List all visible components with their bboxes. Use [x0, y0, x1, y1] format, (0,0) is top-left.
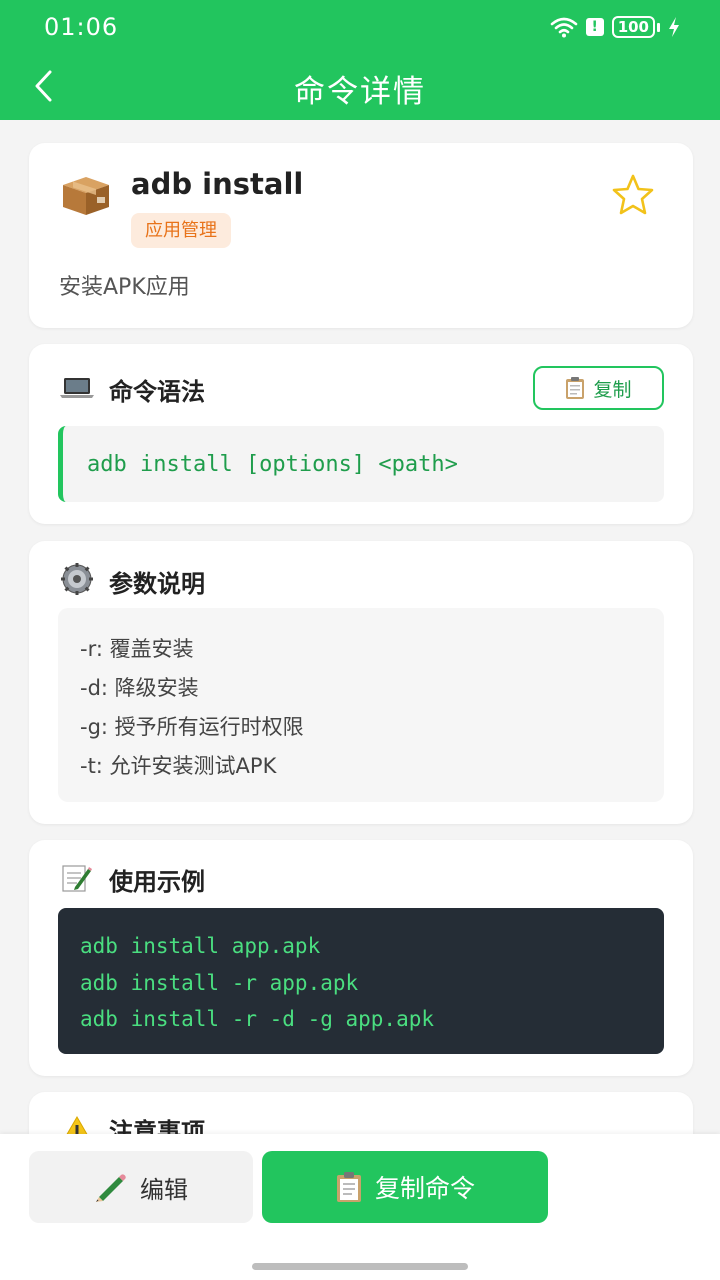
category-badge: 应用管理: [131, 213, 231, 248]
favorite-star-icon[interactable]: [609, 173, 657, 217]
bottom-action-bar: 编辑 复制命令: [0, 1134, 720, 1280]
charging-icon: [669, 17, 679, 37]
command-info-card: adb install 应用管理 安装APK应用: [29, 143, 693, 328]
example-line: adb install -r app.apk: [80, 970, 359, 995]
params-card: 参数说明 -r: 覆盖安装 -d: 降级安装 -g: 授予所有运行时权限 -t:…: [29, 541, 693, 824]
examples-code-block: adb install app.apk adb install -r app.a…: [58, 908, 664, 1054]
laptop-icon: [59, 372, 95, 404]
command-name: adb install: [131, 167, 304, 201]
examples-title: 使用示例: [109, 868, 205, 896]
param-item: -g: 授予所有运行时权限: [80, 715, 304, 739]
clipboard-icon: [336, 1172, 361, 1202]
syntax-card: 命令语法 复制 adb install [options] <path>: [29, 344, 693, 524]
battery-indicator: 100: [611, 16, 660, 38]
gear-icon: [59, 563, 95, 595]
pencil-icon: [96, 1174, 126, 1202]
syntax-title: 命令语法: [109, 378, 205, 406]
params-list: -r: 覆盖安装 -d: 降级安装 -g: 授予所有运行时权限 -t: 允许安装…: [58, 608, 664, 802]
edit-button[interactable]: 编辑: [29, 1151, 253, 1223]
home-indicator[interactable]: [252, 1263, 468, 1270]
param-item: -t: 允许安装测试APK: [80, 754, 277, 778]
copy-command-label: 复制命令: [374, 1174, 475, 1203]
edit-button-label: 编辑: [140, 1175, 188, 1204]
package-icon: [63, 177, 109, 215]
params-title: 参数说明: [109, 570, 205, 598]
status-time: 01:06: [44, 13, 119, 41]
app-bar: 命令详情: [0, 54, 720, 120]
syntax-text: adb install [options] <path>: [87, 451, 458, 477]
copy-syntax-label: 复制: [593, 378, 632, 401]
syntax-code-block: adb install [options] <path>: [58, 426, 664, 502]
memo-icon: [59, 862, 95, 894]
wifi-icon: [550, 17, 577, 38]
battery-tip: [657, 22, 660, 32]
copy-syntax-button[interactable]: 复制: [533, 366, 664, 410]
alert-icon: !: [585, 18, 604, 36]
command-description: 安装APK应用: [59, 275, 190, 300]
status-icons: ! 100: [550, 16, 680, 38]
example-line: adb install -r -d -g app.apk: [80, 1007, 435, 1031]
battery-level: 100: [611, 16, 655, 38]
status-bar: 01:06 ! 100: [0, 0, 720, 54]
copy-command-button[interactable]: 复制命令: [262, 1151, 548, 1223]
examples-card: 使用示例 adb install app.apk adb install -r …: [29, 840, 693, 1076]
param-item: -d: 降级安装: [80, 676, 199, 700]
param-item: -r: 覆盖安装: [80, 637, 194, 661]
clipboard-icon: [566, 377, 585, 399]
example-line: adb install app.apk: [80, 934, 321, 958]
page-title: 命令详情: [294, 74, 426, 110]
